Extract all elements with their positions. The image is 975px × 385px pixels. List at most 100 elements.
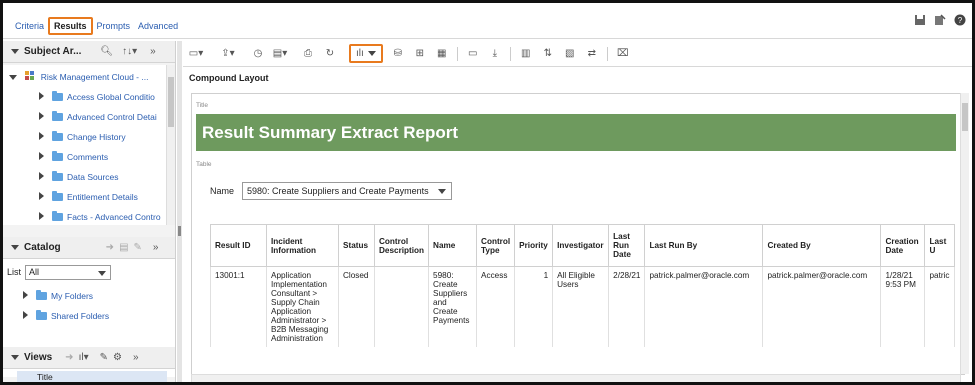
table-cell: 13001:1 bbox=[210, 266, 267, 347]
help-icon[interactable]: ? bbox=[954, 14, 966, 26]
properties-icon[interactable]: ⚙ bbox=[113, 352, 122, 363]
new-view-icon[interactable]: ıl▾ bbox=[79, 352, 89, 363]
expand-panel-icon[interactable]: » bbox=[133, 352, 139, 363]
tab-prompts[interactable]: Prompts bbox=[93, 17, 135, 35]
expand-icon[interactable] bbox=[39, 132, 44, 140]
column-header[interactable]: Control Type bbox=[476, 224, 516, 267]
content-vertical-scrollbar[interactable] bbox=[960, 93, 969, 374]
svg-text:?: ? bbox=[958, 16, 963, 25]
calculated-item-icon[interactable]: ▭ bbox=[466, 48, 480, 60]
column-header[interactable]: Created By bbox=[762, 224, 882, 267]
download-icon[interactable]: ⤓ bbox=[488, 48, 502, 60]
folder-icon bbox=[52, 171, 63, 181]
table-view-label: Table bbox=[196, 161, 212, 168]
tree-item[interactable]: Advanced Control Detai bbox=[39, 108, 157, 126]
name-prompt: Name 5980: Create Suppliers and Create P… bbox=[210, 182, 453, 200]
tree-item[interactable]: Facts - Advanced Contro bbox=[39, 208, 161, 225]
sort-icon[interactable]: ↑↓▾ bbox=[122, 46, 137, 57]
subject-areas-title: Subject Ar... bbox=[24, 46, 82, 57]
views-list-item[interactable]: Title bbox=[17, 371, 167, 382]
schedule-icon[interactable]: ◷ bbox=[251, 48, 265, 60]
layout-icon[interactable]: ▥ bbox=[519, 48, 533, 60]
column-header[interactable]: Status bbox=[338, 224, 375, 267]
refresh-icon[interactable]: ↻ bbox=[323, 48, 337, 60]
column-header[interactable]: Incident Information bbox=[266, 224, 339, 267]
catalog-folder[interactable]: My Folders bbox=[23, 290, 93, 301]
edit-layout-icon[interactable]: ⌧ bbox=[616, 48, 630, 60]
tree-root-label: Risk Management Cloud - ... bbox=[40, 72, 149, 82]
column-header[interactable]: Control Description bbox=[373, 224, 430, 267]
toolbar-divider bbox=[456, 46, 458, 61]
catalog-header: Catalog ➜ ▤ ✎ » bbox=[3, 237, 175, 259]
export-icon[interactable]: ⇪▾ bbox=[221, 48, 235, 60]
collapse-icon[interactable] bbox=[11, 49, 19, 54]
tree-item-label: Change History bbox=[67, 132, 126, 142]
content-horizontal-scrollbar[interactable] bbox=[191, 374, 961, 382]
selection-steps-icon[interactable]: ⊞ bbox=[413, 48, 427, 60]
collapse-icon[interactable] bbox=[11, 245, 19, 250]
subject-area-icon bbox=[25, 71, 35, 80]
edit-view-icon[interactable]: ✎ bbox=[100, 352, 108, 363]
column-header[interactable]: Priority bbox=[514, 224, 554, 267]
print-icon[interactable]: ▭▾ bbox=[189, 48, 203, 60]
compare-icon[interactable]: ⇄ bbox=[585, 48, 599, 60]
tab-results[interactable]: Results bbox=[48, 17, 93, 35]
scroll-thumb[interactable] bbox=[962, 103, 968, 131]
catalog-folder[interactable]: Shared Folders bbox=[23, 310, 109, 321]
column-header[interactable]: Result ID bbox=[210, 224, 267, 267]
column-header[interactable]: Name bbox=[428, 224, 478, 267]
column-header[interactable]: Last Run By bbox=[644, 224, 764, 267]
expand-icon[interactable] bbox=[39, 112, 44, 120]
expand-panel-icon[interactable]: » bbox=[150, 46, 156, 57]
copy-icon[interactable]: ▤ bbox=[119, 242, 128, 253]
tab-criteria[interactable]: Criteria bbox=[11, 17, 48, 35]
column-header[interactable]: Last U bbox=[924, 224, 956, 267]
drill-icon[interactable]: ▧ bbox=[563, 48, 577, 60]
edit-icon[interactable]: ✎ bbox=[134, 242, 142, 253]
expand-icon[interactable] bbox=[23, 291, 28, 299]
save-icon[interactable] bbox=[914, 14, 926, 26]
save-as-icon[interactable] bbox=[934, 14, 946, 26]
expand-icon[interactable] bbox=[39, 152, 44, 160]
print-preview-icon[interactable]: ⎙ bbox=[301, 48, 315, 60]
folder-icon bbox=[52, 191, 63, 201]
folder-icon bbox=[52, 131, 63, 141]
group-icon[interactable]: ▦ bbox=[435, 48, 449, 60]
new-view-icon[interactable]: ▤▾ bbox=[273, 48, 287, 60]
column-header[interactable]: Last Run Date bbox=[608, 224, 646, 267]
tree-root[interactable]: Risk Management Cloud - ... bbox=[9, 68, 148, 86]
folder-icon bbox=[52, 211, 63, 221]
add-icon[interactable]: ➜ bbox=[106, 242, 114, 253]
scroll-thumb[interactable] bbox=[168, 77, 174, 127]
expand-icon[interactable] bbox=[23, 311, 28, 319]
view-menu-button[interactable]: ılı bbox=[349, 44, 383, 63]
title-view-label: Title bbox=[196, 102, 209, 109]
editor-tabs: Criteria Results Prompts Advanced bbox=[11, 17, 182, 35]
tree-item[interactable]: Comments bbox=[39, 148, 108, 166]
name-select[interactable]: 5980: Create Suppliers and Create Paymen… bbox=[242, 182, 453, 200]
sort-icon[interactable]: ⇅ bbox=[541, 48, 555, 60]
expand-icon[interactable] bbox=[39, 92, 44, 100]
list-select[interactable]: All bbox=[25, 264, 112, 280]
expand-icon[interactable] bbox=[39, 172, 44, 180]
tree-item[interactable]: Data Sources bbox=[39, 168, 119, 186]
top-bar: Criteria Results Prompts Advanced ? bbox=[3, 3, 972, 39]
tab-advanced[interactable]: Advanced bbox=[134, 17, 182, 35]
search-icon[interactable]: 🔍︎ bbox=[100, 46, 113, 57]
tree-item[interactable]: Entitlement Details bbox=[39, 188, 138, 206]
collapse-icon[interactable] bbox=[11, 355, 19, 360]
filter-icon[interactable]: ⛁ bbox=[391, 48, 405, 60]
tree-scrollbar[interactable] bbox=[166, 65, 175, 225]
tree-item[interactable]: Change History bbox=[39, 128, 126, 146]
panel-splitter[interactable] bbox=[177, 41, 182, 382]
splitter-handle[interactable] bbox=[178, 226, 181, 236]
expand-icon[interactable] bbox=[9, 75, 17, 80]
add-view-icon[interactable]: ➜ bbox=[65, 352, 73, 363]
tree-item[interactable]: Access Global Conditio bbox=[39, 88, 155, 106]
compound-layout-label: Compound Layout bbox=[189, 73, 269, 83]
column-header[interactable]: Creation Date bbox=[880, 224, 926, 267]
column-header[interactable]: Investigator bbox=[552, 224, 610, 267]
expand-icon[interactable] bbox=[39, 192, 44, 200]
expand-icon[interactable] bbox=[39, 212, 44, 220]
expand-panel-icon[interactable]: » bbox=[153, 242, 159, 253]
